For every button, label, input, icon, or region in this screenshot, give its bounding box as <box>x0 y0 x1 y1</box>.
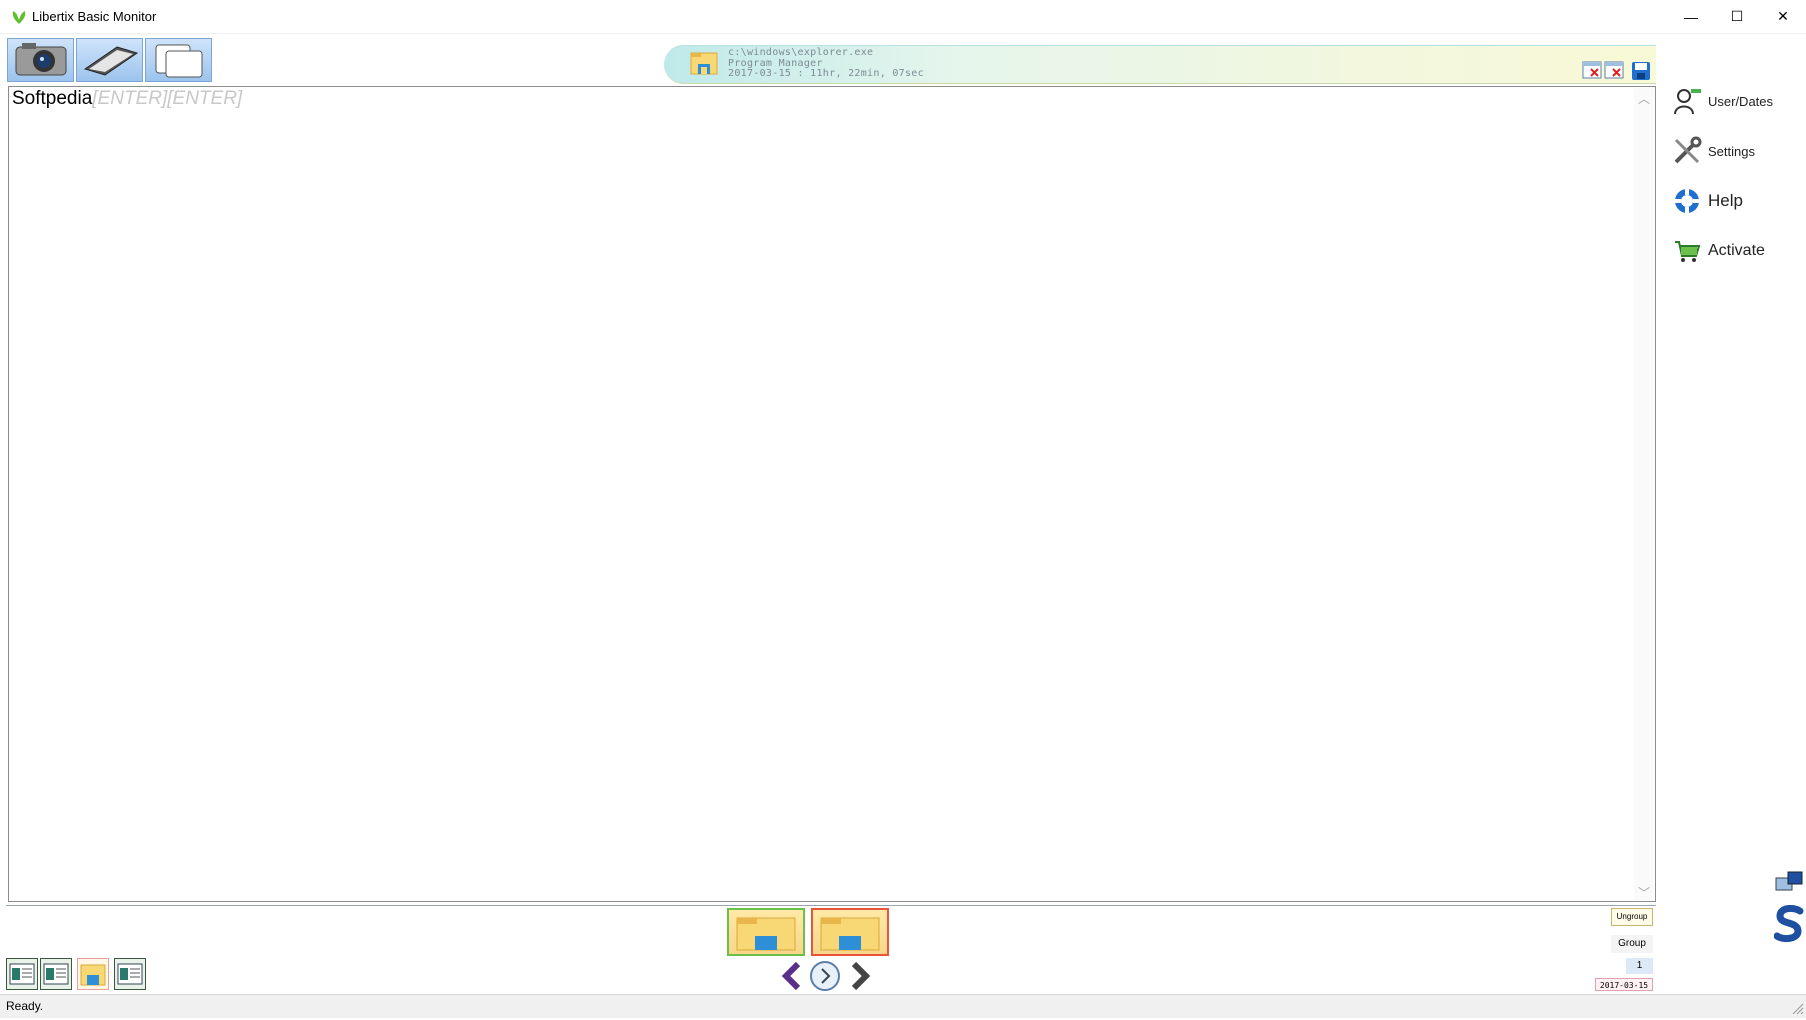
sidebar-item-label: Help <box>1708 191 1743 210</box>
next-button[interactable] <box>844 960 876 992</box>
ungroup-button[interactable]: Ungroup <box>1611 908 1653 926</box>
window-delete-icon <box>1582 61 1602 79</box>
keyboard-icon <box>83 46 139 76</box>
sidebar-item-settings[interactable]: Settings <box>1672 136 1755 166</box>
lifebuoy-icon <box>1672 186 1702 216</box>
banner-path: c:\windows\explorer.exe <box>728 47 874 58</box>
app-logo-icon <box>10 8 28 26</box>
explorer-folder-icon <box>690 50 718 76</box>
tools-icon <box>1672 136 1702 166</box>
previous-button[interactable] <box>776 960 808 992</box>
window-list-icon <box>117 963 143 985</box>
status-bar <box>0 994 1806 1018</box>
softpedia-logo-icon <box>1773 904 1804 943</box>
status-text: Ready. <box>6 999 44 1013</box>
keystroke-log-text: Softpedia[ENTER][ENTER] <box>12 88 242 110</box>
chevron-right-icon <box>851 961 871 991</box>
view-mode-2-button[interactable] <box>40 958 72 990</box>
folder-thumbnail-icon <box>820 917 880 951</box>
maximize-button[interactable]: ☐ <box>1714 0 1760 33</box>
bottom-divider <box>6 905 1656 906</box>
typed-text: Softpedia <box>12 88 93 109</box>
close-button[interactable]: ✕ <box>1760 0 1806 33</box>
folder-thumbnail-icon <box>736 917 796 951</box>
special-keys-text: [ENTER][ENTER] <box>92 88 243 109</box>
view-mode-3-button[interactable] <box>77 958 109 990</box>
play-icon <box>810 961 840 991</box>
network-computer-icon <box>1774 870 1804 898</box>
minimize-button[interactable]: — <box>1668 0 1714 33</box>
banner-timestamp: 2017-03-15 : 11hr, 22min, 07sec <box>728 68 924 79</box>
window-delete-all-icon <box>1604 61 1624 79</box>
clipboard-button[interactable] <box>145 38 212 82</box>
sidebar-item-activate[interactable]: Activate <box>1672 236 1765 266</box>
camera-icon <box>15 43 67 76</box>
resize-grip-icon[interactable] <box>1790 1001 1804 1015</box>
delete-window-button[interactable] <box>1582 61 1602 79</box>
sidebar-item-label: User/Dates <box>1708 93 1774 109</box>
save-icon <box>1632 62 1650 80</box>
screenshots-button[interactable] <box>7 38 74 82</box>
screenshot-thumbnail-2[interactable] <box>811 908 889 956</box>
delete-all-button[interactable] <box>1604 61 1624 79</box>
play-button[interactable] <box>809 960 841 992</box>
window-title: Libertix Basic Monitor <box>32 9 157 24</box>
scroll-up-icon[interactable]: ︿ <box>1636 90 1652 107</box>
clipboard-icon <box>155 44 203 78</box>
keystroke-log-area[interactable] <box>8 86 1656 902</box>
save-button[interactable] <box>1631 61 1651 81</box>
screenshot-thumbnail-1[interactable] <box>727 908 805 956</box>
sidebar-item-user-dates[interactable]: User/Dates <box>1672 86 1773 116</box>
chevron-left-icon <box>781 961 801 991</box>
sidebar-item-label: Activate <box>1708 242 1765 259</box>
group-button[interactable]: Group <box>1611 935 1653 953</box>
view-mode-4-button[interactable] <box>114 958 146 990</box>
page-number: 1 <box>1626 958 1653 974</box>
sidebar-item-label: Settings <box>1708 143 1755 159</box>
keystrokes-button[interactable] <box>76 38 143 82</box>
folder-icon <box>80 964 106 986</box>
view-mode-1-button[interactable] <box>6 958 38 990</box>
date-badge[interactable]: 2017-03-15 <box>1595 978 1653 991</box>
scroll-down-icon[interactable]: ﹀ <box>1636 884 1652 901</box>
window-list-icon <box>9 963 35 985</box>
user-dates-icon <box>1672 86 1702 116</box>
sidebar-item-help[interactable]: Help <box>1672 186 1743 216</box>
title-bar <box>0 0 1806 34</box>
vertical-scrollbar[interactable] <box>1634 88 1654 900</box>
cart-icon <box>1672 236 1702 266</box>
window-list-icon <box>43 963 69 985</box>
